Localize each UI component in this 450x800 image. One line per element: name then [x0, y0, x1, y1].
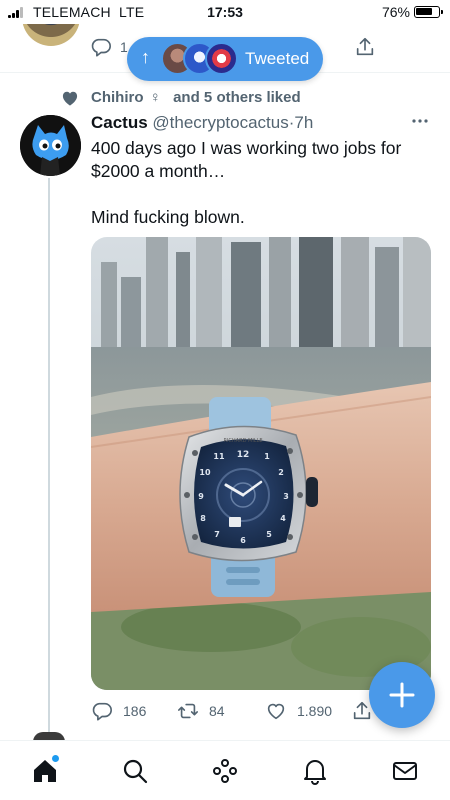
reply-count: 186	[123, 703, 147, 719]
dial-numeral-9: 9	[198, 492, 204, 501]
liked-suffix: and 5 others liked	[173, 89, 301, 106]
more-options-icon[interactable]	[410, 116, 430, 126]
liker-symbol: ♀	[149, 89, 161, 106]
dial-numeral-4: 4	[280, 514, 286, 523]
dial-numeral-10: 10	[199, 468, 211, 477]
heart-outline-icon	[267, 703, 285, 720]
previous-reply-count: 1	[120, 39, 128, 55]
tweet-header: Cactus @thecryptocactus·7h	[91, 113, 313, 133]
status-bar: TELEMACH LTE 17:53 76%	[0, 0, 450, 24]
notifications-icon[interactable]	[301, 757, 329, 785]
author-handle[interactable]: @thecryptocactus	[152, 113, 288, 132]
messages-icon[interactable]	[391, 757, 419, 785]
author-avatar[interactable]	[20, 115, 81, 176]
search-icon[interactable]	[121, 757, 149, 785]
spaces-icon[interactable]	[211, 757, 239, 785]
dial-numeral-1: 1	[264, 452, 270, 461]
tweet-action-bar: 186 84 1.890	[91, 700, 391, 724]
tweet-text-line: Mind fucking blown.	[91, 207, 245, 227]
tweet-text-line: $2000 a month…	[91, 161, 226, 181]
reply-button[interactable]: 186	[91, 700, 146, 722]
retweet-count: 84	[209, 703, 225, 719]
watch-brand-text: RICHARD MILLE	[223, 438, 262, 444]
reply-icon[interactable]	[90, 36, 112, 58]
like-count: 1.890	[297, 703, 333, 719]
dial-numeral-5: 5	[266, 530, 272, 539]
retweet-icon	[178, 703, 198, 719]
tweeted-toast-pill[interactable]: ↑ Tweeted	[127, 37, 323, 81]
social-context[interactable]: Chihiro ♀ and 5 others liked	[91, 89, 301, 106]
cat-avatar-icon	[20, 115, 81, 176]
dial-numeral-2: 2	[278, 468, 284, 477]
share-icon[interactable]	[354, 36, 376, 58]
like-button[interactable]: 1.890	[265, 700, 332, 722]
dial-numeral-7: 7	[214, 530, 220, 539]
compose-tweet-button[interactable]	[369, 662, 435, 728]
author-name[interactable]: Cactus	[91, 113, 148, 132]
dial-numeral-3: 3	[283, 492, 289, 501]
reply-icon	[92, 702, 112, 721]
liker-name: Chihiro	[91, 89, 144, 106]
dial-numeral-8: 8	[200, 514, 206, 523]
tweet-text-line: 400 days ago I was working two jobs for	[91, 138, 402, 158]
watch-photo-illustration: RICHARD MILLE 12 1 2 11 10 3 4 9 8 5 7 6	[91, 237, 431, 690]
heart-filled-icon	[62, 91, 78, 106]
plus-icon	[389, 682, 415, 708]
bottom-tab-bar	[0, 740, 450, 800]
tweeted-label: Tweeted	[245, 49, 310, 68]
tweet-text: 400 days ago I was working two jobs for …	[91, 137, 431, 229]
dial-numeral-12: 12	[237, 450, 250, 460]
dial-numeral-6: 6	[240, 536, 246, 545]
battery-icon	[414, 6, 443, 18]
retweet-button[interactable]: 84	[177, 700, 225, 722]
tweet-photo[interactable]: RICHARD MILLE 12 1 2 11 10 3 4 9 8 5 7 6	[91, 237, 431, 690]
tweet-time: 7h	[294, 113, 314, 132]
arrow-up-icon: ↑	[141, 47, 150, 67]
battery-percent: 76%	[381, 4, 410, 20]
pill-avatar	[205, 42, 238, 75]
dial-numeral-11: 11	[213, 452, 225, 461]
home-notification-dot	[52, 755, 59, 762]
thread-line	[48, 178, 50, 740]
